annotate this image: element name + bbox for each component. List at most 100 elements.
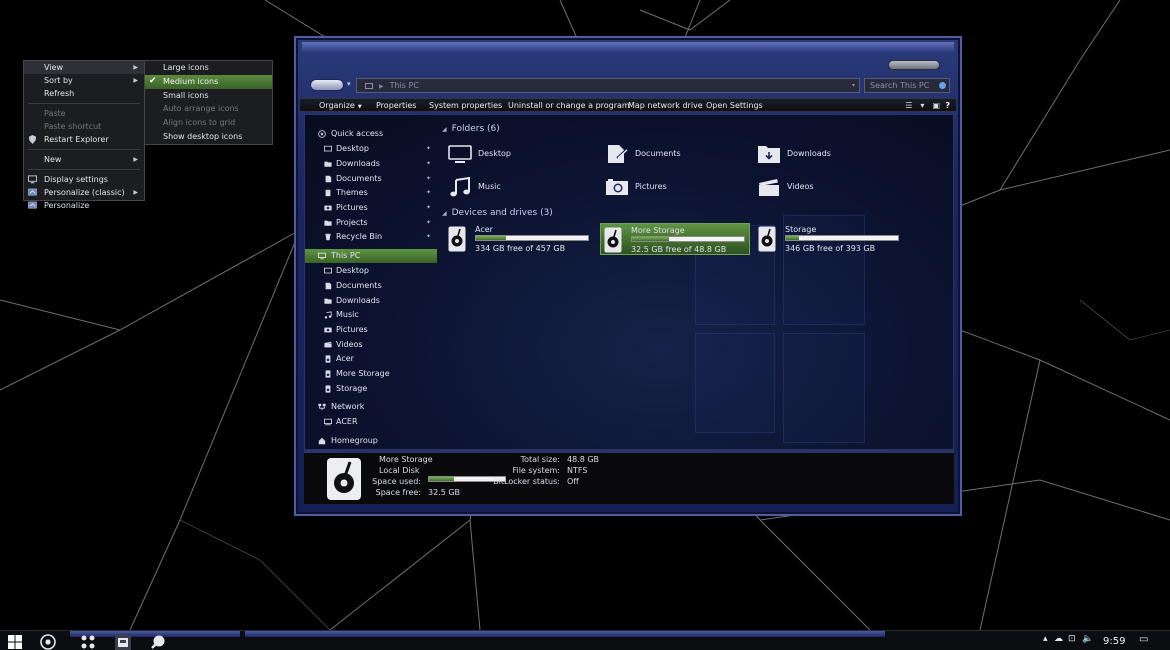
start-icon[interactable]	[7, 634, 23, 650]
menu-item-personalize-classic[interactable]: Personalize (classic) ▶	[24, 186, 144, 199]
hard-drive-icon	[448, 226, 466, 252]
folder-documents[interactable]: Documents	[605, 143, 745, 165]
submenu-item-medium-icons[interactable]: ✔ Medium icons	[145, 74, 272, 89]
desktop-icon	[448, 145, 472, 163]
desktop-context-menu: View ▶ Sort by ▶ Refresh Paste Paste short…	[23, 60, 145, 210]
notification-icon[interactable]: ▭	[1139, 634, 1148, 645]
folder-pictures[interactable]: Pictures	[605, 176, 745, 198]
menu-item-personalize[interactable]: Personalize	[24, 199, 144, 212]
nav-quick-access[interactable]: Quick access	[305, 127, 437, 141]
chevron-down-icon[interactable]: ▾	[852, 79, 855, 92]
apps-icon[interactable]	[80, 634, 96, 650]
hard-drive-icon	[604, 227, 622, 253]
submenu-item-auto-arrange[interactable]: Auto arrange icons	[145, 102, 272, 116]
nav-label: Acer	[336, 354, 354, 363]
drive-acer[interactable]: Acer 334 GB free of 457 GB	[445, 223, 595, 255]
desktop-icon	[324, 145, 332, 152]
back-forward-button[interactable]	[310, 79, 344, 91]
nav-quick-pictures[interactable]: Pictures ✦	[305, 201, 437, 215]
details-space-free-value: 32.5 GB	[428, 488, 461, 497]
network-status-icon[interactable]: ⊡	[1068, 634, 1076, 644]
collapse-icon: ◢	[442, 210, 447, 217]
nav-this-pc[interactable]: This PC	[305, 249, 437, 263]
menu-item-refresh[interactable]: Refresh	[24, 87, 144, 100]
nav-pc-more-storage[interactable]: More Storage	[305, 367, 437, 381]
group-title: Devices and drives (3)	[451, 208, 553, 218]
menu-item-view[interactable]: View ▶	[24, 61, 144, 74]
address-bar[interactable]: ▶ This PC ▾	[356, 78, 860, 93]
folder-downloads[interactable]: Downloads	[757, 143, 897, 165]
volume-icon[interactable]: 🔈	[1082, 634, 1093, 644]
nav-pc-videos[interactable]: Videos	[305, 338, 437, 352]
nav-pc-downloads[interactable]: Downloads	[305, 294, 437, 308]
recent-locations-dropdown[interactable]: ▾	[347, 80, 351, 88]
folder-label: Music	[478, 182, 501, 191]
navigation-pane: Quick access Desktop ✦ Downloads ✦ Documen…	[305, 115, 439, 449]
submenu-item-small-icons[interactable]: Small icons	[145, 89, 272, 103]
nav-quick-projects[interactable]: Projects ✦	[305, 216, 437, 230]
paint-icon[interactable]	[150, 634, 166, 650]
details-bitlocker-label: BitLocker status:	[493, 477, 560, 486]
system-properties-button[interactable]: System properties	[429, 99, 502, 112]
nav-homegroup[interactable]: Homegroup	[305, 434, 437, 448]
map-network-drive-button[interactable]: Map network drive	[628, 99, 703, 112]
nav-pc-pictures[interactable]: Pictures	[305, 323, 437, 337]
pin-icon: ✦	[425, 204, 431, 211]
nav-pc-music[interactable]: Music	[305, 308, 437, 322]
folders-group-header[interactable]: ◢ Folders (6)	[442, 124, 500, 134]
window-control-button[interactable]	[888, 60, 940, 70]
change-view-icon[interactable]: ☰	[905, 101, 912, 110]
menu-item-display-settings[interactable]: Display settings	[24, 173, 144, 186]
menu-item-new[interactable]: New ▶	[24, 153, 144, 166]
menu-item-restart-explorer[interactable]: Restart Explorer	[24, 133, 144, 146]
menu-item-label: Personalize	[44, 201, 90, 210]
uninstall-program-button[interactable]: Uninstall or change a program	[508, 99, 630, 112]
chevron-up-icon[interactable]: ▴	[1043, 634, 1048, 644]
search-input[interactable]: Search This PC	[864, 78, 950, 93]
submenu-item-align-grid[interactable]: Align icons to grid	[145, 116, 272, 130]
nav-pc-acer[interactable]: Acer	[305, 352, 437, 366]
drive-free-space: 334 GB free of 457 GB	[475, 244, 566, 253]
nav-quick-desktop[interactable]: Desktop ✦	[305, 142, 437, 156]
drive-storage[interactable]: Storage 346 GB free of 393 GB	[755, 223, 905, 255]
chevron-right-icon: ▶	[133, 64, 138, 71]
folder-music[interactable]: Music	[448, 176, 588, 198]
nav-quick-recycle-bin[interactable]: Recycle Bin ✦	[305, 230, 437, 244]
details-usage-fill	[429, 477, 455, 481]
nav-quick-downloads[interactable]: Downloads ✦	[305, 157, 437, 171]
nav-network[interactable]: Network	[305, 400, 437, 414]
folder-desktop[interactable]: Desktop	[448, 143, 588, 165]
submenu-item-show-desktop-icons[interactable]: Show desktop icons	[145, 130, 272, 144]
nav-pc-storage[interactable]: Storage	[305, 382, 437, 396]
window-frame	[302, 42, 954, 52]
drive-free-space: 346 GB free of 393 GB	[785, 244, 876, 253]
menu-item-paste[interactable]: Paste	[24, 107, 144, 120]
nav-network-acer[interactable]: ACER	[305, 415, 437, 429]
organize-button[interactable]: Organize ▼	[319, 99, 362, 112]
menu-item-sort-by[interactable]: Sort by ▶	[24, 74, 144, 87]
nav-pc-desktop[interactable]: Desktop	[305, 264, 437, 278]
nav-pc-documents[interactable]: Documents	[305, 279, 437, 293]
help-button[interactable]: ?	[945, 99, 950, 112]
submenu-item-large-icons[interactable]: Large icons	[145, 61, 272, 75]
drive-more-storage[interactable]: More Storage 32.5 GB free of 48.8 GB	[600, 223, 750, 255]
open-settings-button[interactable]: Open Settings	[706, 99, 763, 112]
desktop-icon	[324, 267, 332, 274]
nav-quick-documents[interactable]: Documents ✦	[305, 172, 437, 186]
file-explorer-icon[interactable]	[115, 634, 131, 650]
documents-icon	[325, 175, 332, 183]
pin-icon: ✦	[425, 189, 431, 196]
chevron-down-icon[interactable]: ▾	[920, 101, 924, 110]
videos-icon	[324, 341, 332, 348]
preview-pane-icon[interactable]: ▣	[932, 101, 940, 110]
command-label: Properties	[376, 101, 417, 110]
properties-button[interactable]: Properties	[376, 99, 416, 112]
cloud-icon[interactable]: ☁	[1054, 634, 1063, 644]
folder-videos[interactable]: Videos	[757, 176, 897, 198]
menu-item-paste-shortcut[interactable]: Paste shortcut	[24, 120, 144, 133]
browser-icon[interactable]	[40, 634, 56, 650]
drives-group-header[interactable]: ◢ Devices and drives (3)	[442, 208, 553, 218]
taskbar-clock[interactable]: 9:59	[1103, 636, 1125, 647]
nav-quick-themes[interactable]: Themes ✦	[305, 186, 437, 200]
nav-label: Projects	[336, 218, 368, 227]
